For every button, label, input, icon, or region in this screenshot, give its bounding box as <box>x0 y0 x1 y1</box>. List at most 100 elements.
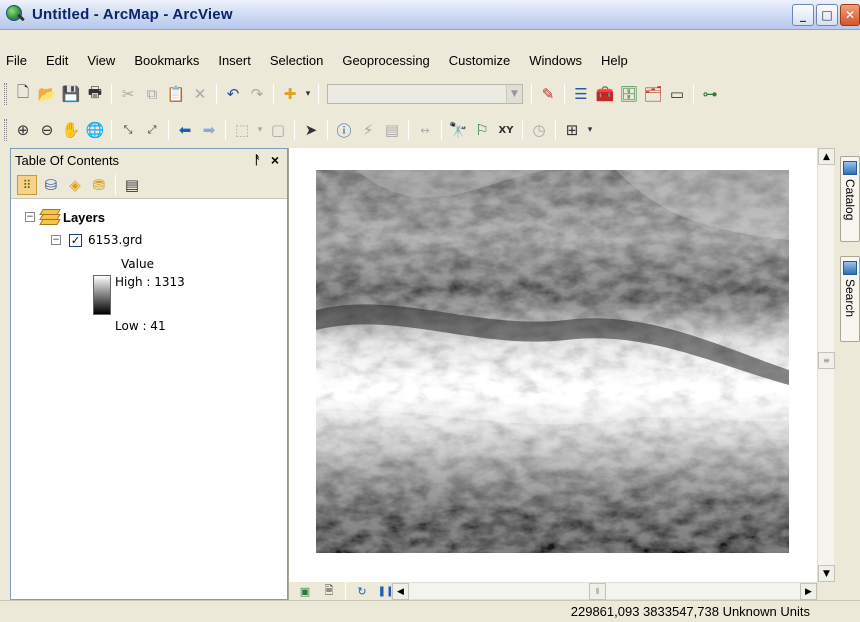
select-features-icon[interactable]: ⬚ <box>232 120 252 140</box>
list-by-drawing-order-icon[interactable]: ⠿ <box>17 174 37 195</box>
legend-high: High : 1313 <box>115 275 185 289</box>
close-button[interactable]: ✕ <box>840 4 860 26</box>
toolbar-grip[interactable] <box>4 83 7 105</box>
horizontal-scrollbar[interactable]: ◀ ⦀ ▶ <box>391 582 818 600</box>
menu-customize[interactable]: Customize <box>449 53 510 68</box>
scroll-left-icon[interactable]: ◀ <box>392 583 409 600</box>
clear-selection-icon[interactable]: ▢ <box>268 120 288 140</box>
title-bar: Untitled - ArcMap - ArcView _ □ ✕ <box>0 0 860 30</box>
html-popup-icon[interactable]: ▤ <box>382 120 402 140</box>
open-icon[interactable]: 📂 <box>37 84 57 104</box>
toc-toolbar: ⠿ ⛁ ◈ ⛃ ▤ <box>11 171 287 199</box>
table-of-contents-panel: Table Of Contents ᚨ × ⠿ ⛁ ◈ ⛃ ▤ − Layers… <box>10 148 288 600</box>
arctoolbox-icon[interactable]: 🧰 <box>595 84 615 104</box>
layout-view-icon[interactable]: 🗎 <box>319 581 339 601</box>
menu-insert[interactable]: Insert <box>218 53 251 68</box>
zoom-out-icon[interactable]: ⊖ <box>37 120 57 140</box>
paste-icon[interactable]: 📋 <box>166 84 186 104</box>
menu-help[interactable]: Help <box>601 53 628 68</box>
menu-selection[interactable]: Selection <box>270 53 323 68</box>
maximize-button[interactable]: □ <box>816 4 838 26</box>
fixed-zoom-in-icon[interactable]: ⤡ <box>118 120 138 140</box>
refresh-icon[interactable]: ↻ <box>352 581 372 601</box>
undo-icon[interactable]: ↶ <box>223 84 243 104</box>
layer-visibility-checkbox[interactable]: ✓ <box>69 233 82 247</box>
minimize-button[interactable]: _ <box>792 4 814 26</box>
map-scale-combo[interactable]: ▼ <box>327 84 523 104</box>
legend-high-label: High : 1313 <box>115 275 185 289</box>
fixed-zoom-out-icon[interactable]: ⤢ <box>142 120 162 140</box>
menu-bar: File Edit View Bookmarks Insert Selectio… <box>0 48 860 72</box>
menu-view[interactable]: View <box>87 53 115 68</box>
search-window-icon[interactable]: 🗂 <box>643 84 663 104</box>
editor-toolbar-icon[interactable]: ✎ <box>538 84 558 104</box>
identify-icon[interactable]: ⓘ <box>334 120 354 140</box>
time-slider-icon[interactable]: ◷ <box>529 120 549 140</box>
scroll-thumb-grip-icon[interactable]: ⦀ <box>589 583 606 600</box>
menu-geoprocessing[interactable]: Geoprocessing <box>342 53 429 68</box>
scroll-thumb-grip-icon[interactable]: ≡ <box>818 352 835 369</box>
find-route-icon[interactable]: ⚐ <box>472 120 492 140</box>
find-icon[interactable]: 🔭 <box>448 120 468 140</box>
data-view-icon[interactable]: ▣ <box>295 581 315 601</box>
python-window-icon[interactable]: ▭ <box>667 84 687 104</box>
chevron-down-icon[interactable]: ▾ <box>586 120 594 140</box>
toolbar-grip[interactable] <box>4 119 7 141</box>
collapse-icon[interactable]: − <box>51 235 61 245</box>
cut-icon[interactable]: ✂ <box>118 84 138 104</box>
new-document-icon[interactable]: 🗋 <box>13 83 33 104</box>
collapse-icon[interactable]: − <box>25 212 35 222</box>
layers-icon <box>39 209 61 225</box>
catalog-window-icon[interactable]: 🗄 <box>619 84 639 104</box>
list-by-source-icon[interactable]: ⛁ <box>41 175 61 195</box>
zoom-in-icon[interactable]: ⊕ <box>13 120 33 140</box>
status-bar: 229861,093 3833547,738 Unknown Units <box>0 600 860 622</box>
arcmap-app-icon <box>6 4 26 25</box>
print-icon[interactable]: 🖶 <box>85 83 105 104</box>
chevron-down-icon[interactable]: ▾ <box>256 120 264 140</box>
list-by-selection-icon[interactable]: ⛃ <box>89 175 109 195</box>
add-data-icon[interactable]: ✚ <box>280 84 300 104</box>
model-builder-icon[interactable]: ⊶ <box>700 84 720 104</box>
measure-icon[interactable]: ↔ <box>415 120 435 140</box>
search-tab[interactable]: Search <box>840 256 860 342</box>
delete-icon[interactable]: ✕ <box>190 84 210 104</box>
menu-windows[interactable]: Windows <box>529 53 582 68</box>
layer-row-6153[interactable]: − ✓ 6153.grd <box>51 233 142 247</box>
scroll-right-icon[interactable]: ▶ <box>800 583 817 600</box>
pin-icon[interactable]: ᚨ <box>254 153 261 167</box>
chevron-down-icon[interactable]: ▼ <box>506 85 522 103</box>
table-of-contents-window-icon[interactable]: ☰ <box>571 84 591 104</box>
forward-icon[interactable]: ➡ <box>199 120 219 140</box>
dem-raster-svg <box>316 170 789 553</box>
chevron-down-icon[interactable]: ▾ <box>304 84 312 104</box>
redo-icon[interactable]: ↷ <box>247 84 267 104</box>
menu-edit[interactable]: Edit <box>46 53 68 68</box>
catalog-icon <box>843 161 857 175</box>
hyperlink-icon[interactable]: ⚡ <box>358 120 378 140</box>
menu-file[interactable]: File <box>6 53 27 68</box>
back-icon[interactable]: ⬅ <box>175 120 195 140</box>
data-frame-label: Layers <box>63 209 105 225</box>
dem-raster-image[interactable] <box>316 170 789 553</box>
go-to-xy-icon[interactable]: XY <box>496 120 516 140</box>
right-dock: Catalog Search <box>836 148 860 600</box>
options-icon[interactable]: ▤ <box>122 175 142 195</box>
copy-icon[interactable]: ⧉ <box>142 84 162 104</box>
scroll-down-icon[interactable]: ▼ <box>818 565 835 582</box>
scroll-up-icon[interactable]: ▲ <box>818 148 835 165</box>
list-by-visibility-icon[interactable]: ◈ <box>65 175 85 195</box>
close-icon[interactable]: × <box>271 152 279 168</box>
catalog-tab[interactable]: Catalog <box>840 156 860 242</box>
layers-data-frame-row[interactable]: − Layers <box>25 209 105 225</box>
create-viewer-window-icon[interactable]: ⊞ <box>562 120 582 140</box>
layer-tree: − Layers − ✓ 6153.grd Value High : 1313 … <box>11 199 287 333</box>
select-elements-icon[interactable]: ➤ <box>301 120 321 140</box>
window-title: Untitled - ArcMap - ArcView <box>32 6 233 23</box>
menu-bookmarks[interactable]: Bookmarks <box>134 53 199 68</box>
save-icon[interactable]: 💾 <box>61 84 81 104</box>
pan-icon[interactable]: ✋ <box>61 120 81 140</box>
vertical-scrollbar[interactable]: ▲ ≡ ▼ <box>817 148 835 582</box>
tools-toolbar: ⊕ ⊖ ✋ 🌐 ⤡ ⤢ ⬅ ➡ ⬚ ▾ ▢ ➤ ⓘ ⚡ ▤ ↔ 🔭 ⚐ XY ◷… <box>0 114 860 146</box>
full-extent-icon[interactable]: 🌐 <box>85 120 105 140</box>
